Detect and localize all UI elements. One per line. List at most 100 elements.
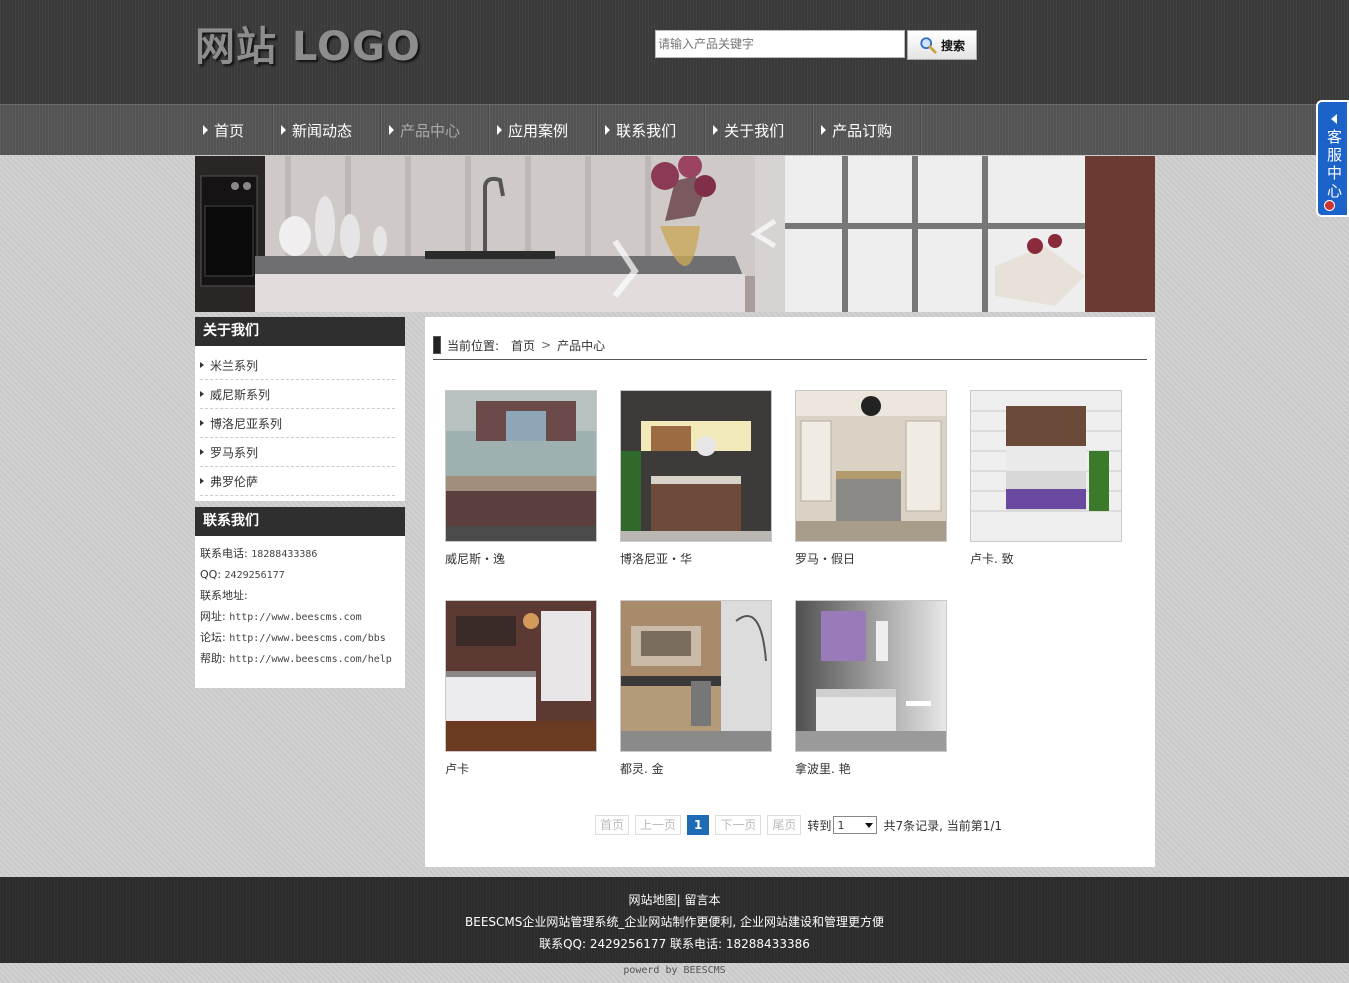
goto-label: 转到: [807, 818, 832, 833]
category-label: 威尼斯系列: [210, 387, 271, 402]
breadcrumb-prefix: 当前位置:: [447, 338, 500, 353]
product-image[interactable]: [970, 390, 1122, 542]
product-image[interactable]: [795, 390, 947, 542]
customer-service-tab[interactable]: 客服中心: [1316, 100, 1349, 217]
service-label: 客服中心: [1327, 128, 1343, 200]
product-name[interactable]: 威尼斯・逸: [445, 550, 599, 567]
kitchen-banner: [195, 156, 1155, 312]
product-name[interactable]: 卢卡: [445, 760, 599, 777]
contact-value: 2429256177: [224, 570, 285, 581]
about-title: 关于我们: [195, 317, 405, 346]
contact-info: 联系电话: 18288433386 QQ: 2429256177 联系地址: 网…: [195, 536, 405, 688]
nav-item-news[interactable]: 新闻动态: [273, 105, 382, 155]
search-button[interactable]: 搜索: [907, 30, 977, 60]
category-label: 博洛尼亚系列: [210, 416, 283, 431]
nav-item-order[interactable]: 产品订购: [813, 105, 922, 155]
contact-title: 联系我们: [195, 507, 405, 536]
product-card: 都灵. 金: [620, 600, 774, 777]
contact-label: 网址:: [200, 610, 226, 623]
main-nav: 首页 新闻动态 产品中心 应用案例 联系我们 关于我们 产品订购: [0, 104, 1349, 155]
product-name[interactable]: 罗马・假日: [795, 550, 949, 567]
nav-label: 应用案例: [508, 121, 569, 140]
search-input[interactable]: [655, 30, 905, 58]
page-select[interactable]: 1: [833, 816, 878, 834]
nav-item-contact[interactable]: 联系我们: [597, 105, 706, 155]
contact-row: QQ: 2429256177: [200, 565, 400, 586]
contact-value[interactable]: http://www.beescms.com: [229, 612, 361, 623]
category-label: 罗马系列: [210, 445, 259, 460]
category-item[interactable]: 弗罗伦萨: [200, 467, 395, 496]
arrow-right-icon: [203, 125, 208, 135]
arrow-right-icon: [713, 125, 719, 135]
category-label: 弗罗伦萨: [210, 474, 259, 489]
bullet-icon: [200, 362, 204, 368]
page-select-value: 1: [837, 818, 845, 832]
site-logo[interactable]: 网站 LOGO: [195, 22, 421, 72]
nav-item-cases[interactable]: 应用案例: [489, 105, 598, 155]
product-image[interactable]: [795, 600, 947, 752]
powered-by: powerd by BEESCMS: [623, 965, 726, 976]
product-name[interactable]: 拿波里. 艳: [795, 760, 949, 777]
category-item[interactable]: 罗马系列: [200, 438, 395, 467]
footer-slogan: BEESCMS企业网站管理系统_企业网站制作更便利, 企业网站建设和管理更方便: [465, 915, 884, 929]
category-list: 米兰系列 威尼斯系列 博洛尼亚系列 罗马系列 弗罗伦萨: [195, 346, 405, 501]
product-name[interactable]: 博洛尼亚・华: [620, 550, 774, 567]
pagination: 首页 上一页 1 下一页 尾页 转到 1 共7条记录, 当前第1/1: [595, 815, 1002, 835]
pager-prev[interactable]: 上一页: [635, 815, 682, 835]
footer: 网站地图| 留言本 BEESCMS企业网站管理系统_企业网站制作更便利, 企业网…: [0, 877, 1349, 963]
nav-item-home[interactable]: 首页: [195, 105, 274, 155]
contact-label: 论坛:: [200, 631, 226, 644]
search-icon: [920, 37, 937, 54]
nav-label: 联系我们: [616, 121, 677, 140]
nav-label: 新闻动态: [292, 121, 353, 140]
pager-first[interactable]: 首页: [595, 815, 630, 835]
banner-image: [195, 156, 1155, 312]
nav-item-about[interactable]: 关于我们: [705, 105, 814, 155]
pager-next[interactable]: 下一页: [715, 815, 762, 835]
contact-label: 帮助:: [200, 652, 226, 665]
arrow-right-icon: [605, 125, 611, 135]
contact-row: 网址: http://www.beescms.com: [200, 607, 400, 628]
contact-value[interactable]: http://www.beescms.com/help: [229, 654, 392, 665]
breadcrumb-current: 产品中心: [557, 338, 606, 353]
product-image[interactable]: [445, 600, 597, 752]
contact-row: 帮助: http://www.beescms.com/help: [200, 649, 400, 670]
product-card: 威尼斯・逸: [445, 390, 599, 567]
product-name[interactable]: 都灵. 金: [620, 760, 774, 777]
contact-row: 联系地址:: [200, 586, 400, 607]
bullet-icon: [200, 391, 204, 397]
header: 网站 LOGO 搜索: [0, 0, 1349, 104]
product-image[interactable]: [620, 600, 772, 752]
record-info: 共7条记录, 当前第1/1: [883, 818, 1003, 833]
product-image[interactable]: [445, 390, 597, 542]
product-name[interactable]: 卢卡. 致: [970, 550, 1124, 567]
sitemap-link[interactable]: 网站地图: [629, 893, 677, 907]
qq-icon: [1324, 200, 1335, 211]
bullet-icon: [200, 478, 204, 484]
product-card: 罗马・假日: [795, 390, 949, 567]
category-label: 米兰系列: [210, 358, 259, 373]
pager-last[interactable]: 尾页: [767, 815, 802, 835]
contact-value[interactable]: http://www.beescms.com/bbs: [229, 633, 386, 644]
arrow-right-icon: [497, 125, 503, 135]
guestbook-link[interactable]: 留言本: [684, 893, 720, 907]
product-image[interactable]: [620, 390, 772, 542]
bullet-icon: [200, 420, 204, 426]
search-button-label: 搜索: [940, 38, 965, 53]
contact-label: 联系电话:: [200, 547, 248, 560]
contact-value: 18288433386: [251, 549, 318, 560]
footer-links: 网站地图| 留言本: [0, 891, 1349, 908]
main-content: 当前位置: 首页 > 产品中心 威尼斯・逸 博洛尼亚・华 罗马・假日 卢卡. 致…: [425, 317, 1155, 867]
arrow-right-icon: [281, 125, 287, 135]
category-item[interactable]: 博洛尼亚系列: [200, 409, 395, 438]
sidebar: 关于我们 米兰系列 威尼斯系列 博洛尼亚系列 罗马系列 弗罗伦萨 联系我们 联系…: [195, 317, 405, 688]
pager-current[interactable]: 1: [687, 815, 710, 835]
chevron-down-icon: [865, 822, 874, 828]
phone-icon: [433, 336, 441, 354]
nav-label: 关于我们: [724, 121, 785, 140]
category-item[interactable]: 米兰系列: [200, 351, 395, 380]
nav-item-products[interactable]: 产品中心: [381, 105, 490, 155]
breadcrumb-home[interactable]: 首页: [511, 337, 535, 354]
nav-items: 首页 新闻动态 产品中心 应用案例 联系我们 关于我们 产品订购: [195, 105, 922, 155]
category-item[interactable]: 威尼斯系列: [200, 380, 395, 409]
